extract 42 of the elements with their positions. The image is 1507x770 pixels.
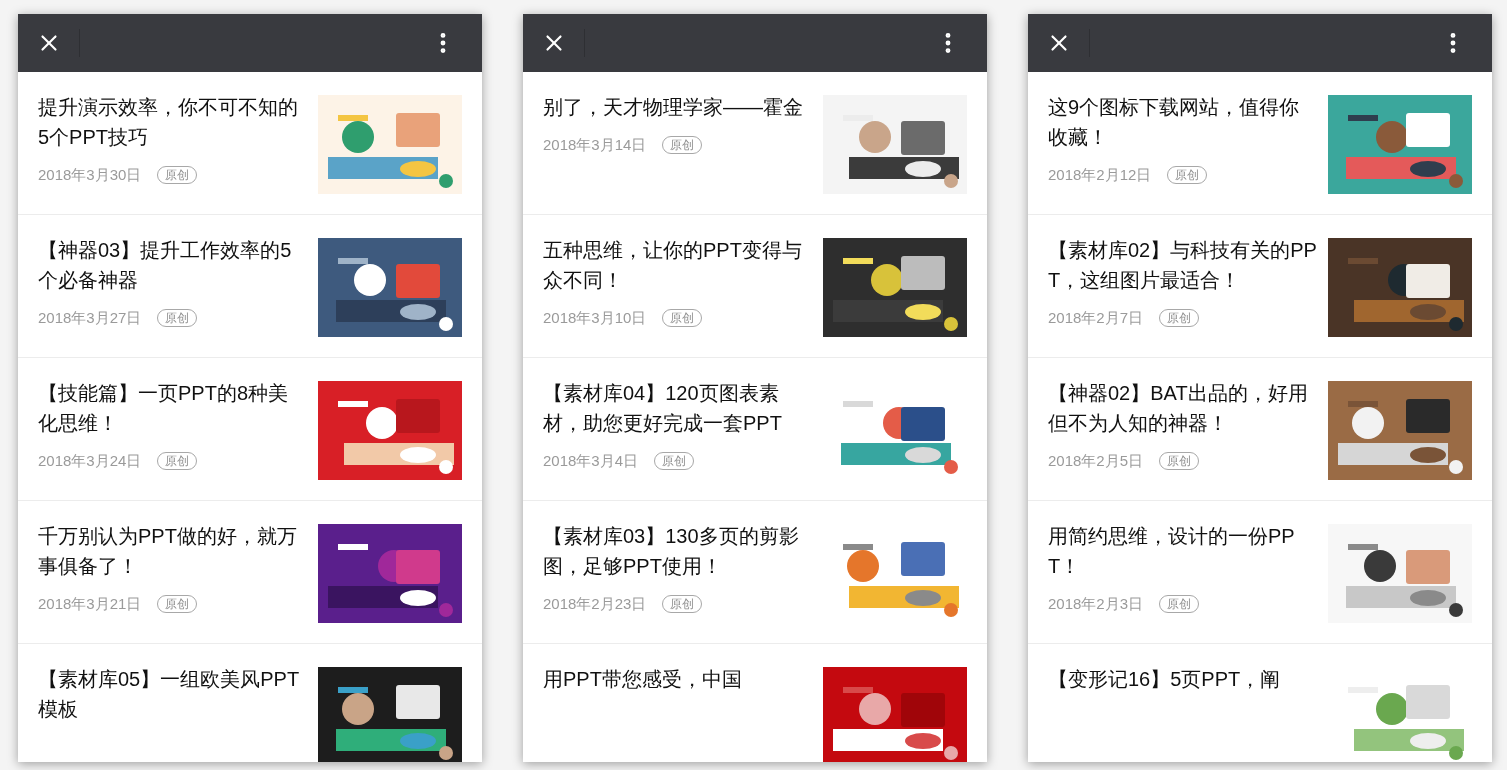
article-item[interactable]: 【素材库03】130多页的剪影图，足够PPT使用！ 2018年2月23日 原创 [523,501,987,644]
article-item[interactable]: 五种思维，让你的PPT变得与众不同！ 2018年3月10日 原创 [523,215,987,358]
article-date: 2018年3月24日 [38,451,142,471]
article-item[interactable]: 【素材库04】120页图表素材，助您更好完成一套PPT 2018年3月4日 原创 [523,358,987,501]
article-item[interactable]: 用PPT带您感受，中国 [523,644,987,762]
article-date: 2018年3月21日 [38,594,142,614]
article-title: 【神器03】提升工作效率的5个必备神器 [38,238,293,293]
article-item[interactable]: 【素材库05】一组欧美风PPT模板 [18,644,482,762]
article-title: 用简约思维，设计的一份PPT！ [1048,524,1296,579]
article-date: 2018年3月27日 [38,308,142,328]
article-date: 2018年3月4日 [543,451,639,471]
article-title: 【素材库02】与科技有关的PPT，这组图片最适合！ [1048,238,1318,293]
article-date: 2018年2月23日 [543,594,647,614]
article-item[interactable]: 千万别认为PPT做的好，就万事俱备了！ 2018年3月21日 原创 [18,501,482,644]
article-item[interactable]: 【变形记16】5页PPT，阐 [1028,644,1492,762]
article-date: 2018年3月10日 [543,308,647,328]
article-title: 【素材库04】120页图表素材，助您更好完成一套PPT [543,381,783,436]
article-title: 这9个图标下载网站，值得你收藏！ [1048,95,1301,150]
article-title: 【技能篇】一页PPT的8种美化思维！ [38,381,290,436]
article-date: 2018年2月5日 [1048,451,1144,471]
article-title: 【神器02】BAT出品的，好用但不为人知的神器！ [1048,381,1309,436]
article-title: 【变形记16】5页PPT，阐 [1048,667,1282,692]
article-item[interactable]: 【神器02】BAT出品的，好用但不为人知的神器！ 2018年2月5日 原创 [1028,358,1492,501]
article-title: 提升演示效率，你不可不知的5个PPT技巧 [38,95,299,150]
article-item[interactable]: 【技能篇】一页PPT的8种美化思维！ 2018年3月24日 原创 [18,358,482,501]
article-date: 2018年2月12日 [1048,165,1152,185]
article-item[interactable]: 提升演示效率，你不可不知的5个PPT技巧 2018年3月30日 原创 [18,72,482,215]
article-title: 别了，天才物理学家——霍金 [543,95,804,120]
article-item[interactable]: 别了，天才物理学家——霍金 2018年3月14日 原创 [523,72,987,215]
article-date: 2018年2月3日 [1048,594,1144,614]
article-date: 2018年2月7日 [1048,308,1144,328]
article-item[interactable]: 【神器03】提升工作效率的5个必备神器 2018年3月27日 原创 [18,215,482,358]
article-title: 千万别认为PPT做的好，就万事俱备了！ [38,524,298,579]
article-item[interactable]: 用简约思维，设计的一份PPT！ 2018年2月3日 原创 [1028,501,1492,644]
article-date: 2018年3月14日 [543,135,647,155]
article-title: 【素材库03】130多页的剪影图，足够PPT使用！ [543,524,800,579]
article-item[interactable]: 【素材库02】与科技有关的PPT，这组图片最适合！ 2018年2月7日 原创 [1028,215,1492,358]
article-date: 2018年3月30日 [38,165,142,185]
article-title: 五种思维，让你的PPT变得与众不同！ [543,238,803,293]
article-title: 用PPT带您感受，中国 [543,667,743,692]
article-title: 【素材库05】一组欧美风PPT模板 [38,667,301,722]
article-item[interactable]: 这9个图标下载网站，值得你收藏！ 2018年2月12日 原创 [1028,72,1492,215]
